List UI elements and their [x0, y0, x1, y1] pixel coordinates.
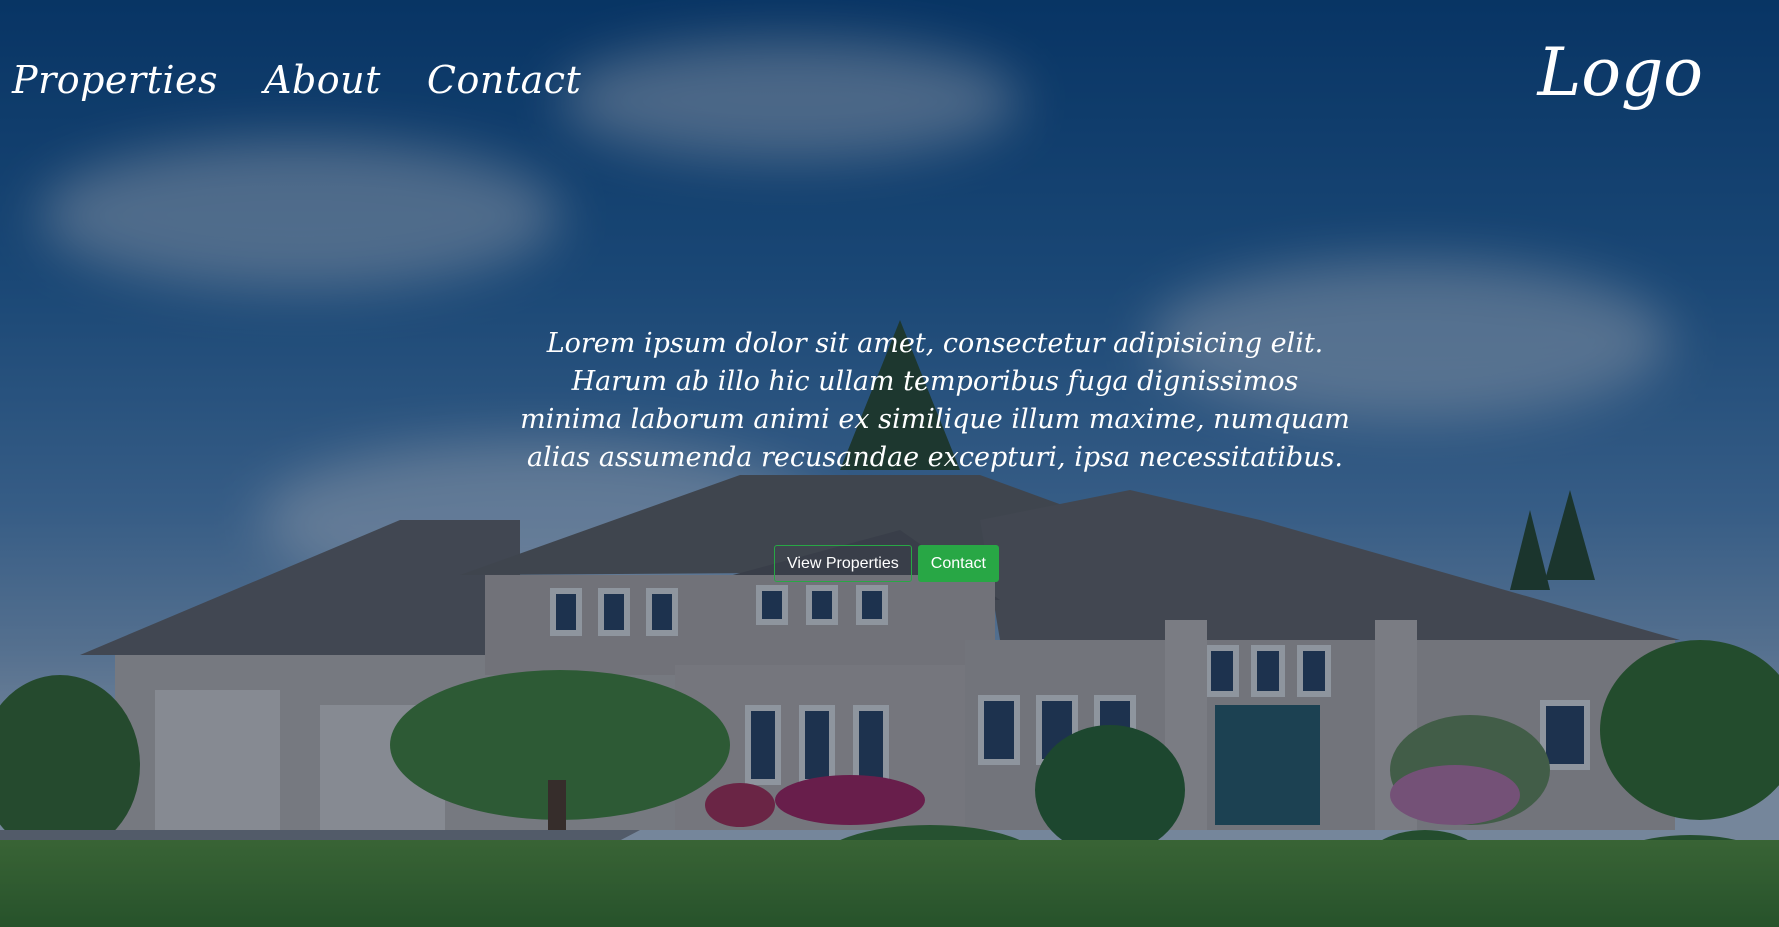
view-properties-button[interactable]: View Properties	[774, 545, 912, 582]
hero-cta-group: View Properties Contact	[774, 545, 999, 582]
hero-tagline: Lorem ipsum dolor sit amet, consectetur …	[520, 328, 1350, 473]
main-nav: Properties About Contact	[12, 58, 581, 102]
nav-link-about[interactable]: About	[264, 58, 381, 102]
nav-link-contact[interactable]: Contact	[427, 58, 581, 102]
contact-button[interactable]: Contact	[917, 545, 999, 582]
site-logo[interactable]: Logo	[1537, 34, 1703, 111]
nav-link-properties[interactable]: Properties	[12, 58, 218, 102]
